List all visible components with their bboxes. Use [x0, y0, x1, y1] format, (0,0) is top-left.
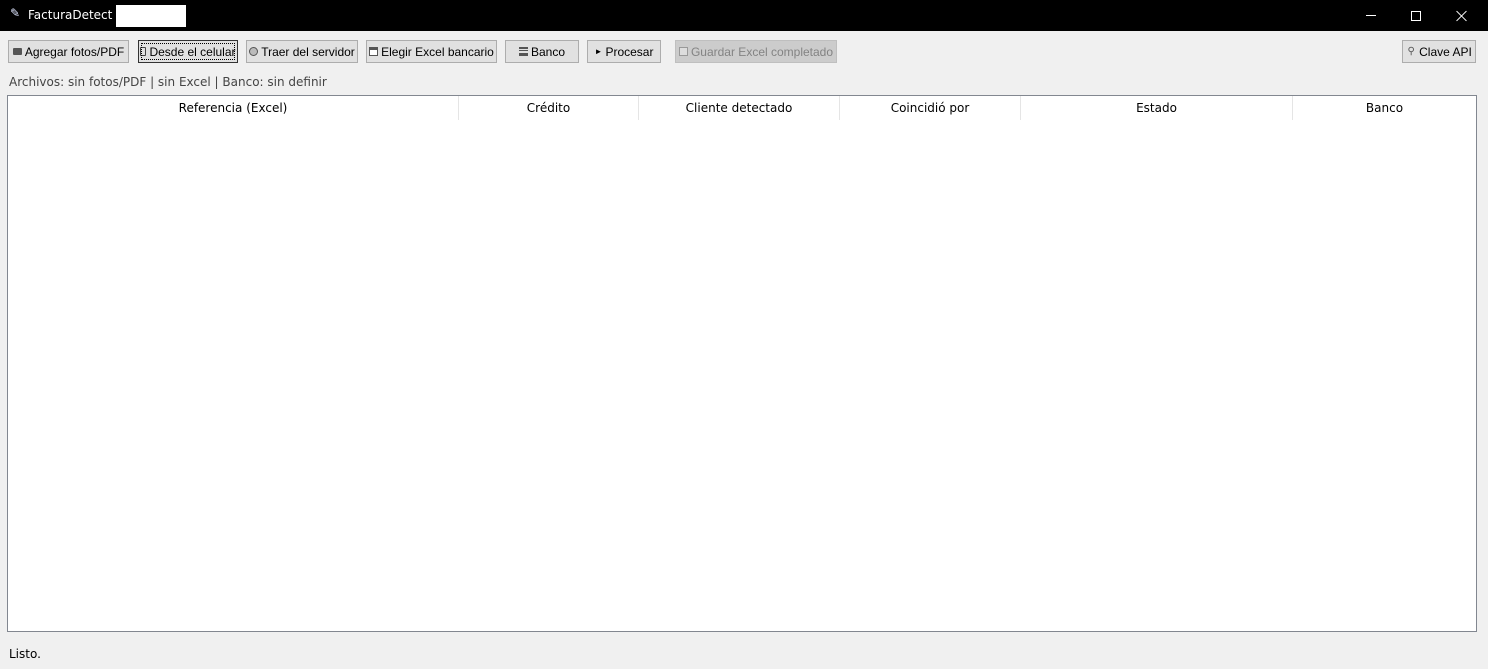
- maximize-icon: [1411, 10, 1421, 21]
- bank-button[interactable]: Banco: [505, 40, 579, 63]
- minimize-icon: [1366, 15, 1376, 16]
- from-phone-button[interactable]: Desde el celular: [138, 40, 238, 63]
- play-icon: ►: [594, 47, 603, 56]
- from-server-label: Traer del servidor: [261, 44, 355, 59]
- spreadsheet-icon: [369, 47, 379, 56]
- save-icon: [678, 47, 688, 56]
- add-files-button[interactable]: Agregar fotos/PDF: [8, 40, 129, 63]
- column-header-reference[interactable]: Referencia (Excel): [8, 96, 459, 120]
- phone-icon: [140, 47, 147, 56]
- api-key-label: Clave API: [1419, 44, 1472, 59]
- globe-icon: [249, 47, 259, 56]
- choose-excel-button[interactable]: Elegir Excel bancario: [366, 40, 497, 63]
- process-button[interactable]: ► Procesar: [587, 40, 661, 63]
- bank-icon: [518, 47, 528, 56]
- results-table[interactable]: Referencia (Excel) Crédito Cliente detec…: [7, 95, 1477, 632]
- window-title: FacturaDetect —: [28, 8, 129, 22]
- redacted-title-area: [116, 5, 186, 27]
- files-status: Archivos: sin fotos/PDF | sin Excel | Ba…: [9, 75, 327, 89]
- save-excel-button[interactable]: Guardar Excel completado: [675, 40, 837, 63]
- column-header-status[interactable]: Estado: [1021, 96, 1293, 120]
- feather-icon: ✎: [10, 6, 21, 20]
- maximize-button[interactable]: [1393, 0, 1439, 31]
- key-icon: ⚲: [1407, 46, 1415, 57]
- status-bar-message: Listo.: [9, 647, 41, 661]
- choose-excel-label: Elegir Excel bancario: [381, 44, 494, 59]
- close-button[interactable]: [1439, 0, 1485, 31]
- title-bar: ✎ FacturaDetect —: [0, 0, 1488, 31]
- from-server-button[interactable]: Traer del servidor: [246, 40, 358, 63]
- folder-icon: [12, 48, 22, 55]
- close-icon: [1456, 10, 1468, 22]
- minimize-button[interactable]: [1348, 0, 1394, 31]
- save-excel-label: Guardar Excel completado: [690, 44, 834, 59]
- bank-label: Banco: [530, 44, 566, 59]
- column-header-bank[interactable]: Banco: [1293, 96, 1476, 120]
- column-header-matched-by[interactable]: Coincidió por: [840, 96, 1021, 120]
- add-files-label: Agregar fotos/PDF: [24, 44, 125, 59]
- column-header-credit[interactable]: Crédito: [459, 96, 639, 120]
- table-header: Referencia (Excel) Crédito Cliente detec…: [8, 96, 1476, 120]
- api-key-button[interactable]: ⚲ Clave API: [1402, 40, 1476, 63]
- column-header-client[interactable]: Cliente detectado: [639, 96, 840, 120]
- from-phone-label: Desde el celular: [149, 44, 236, 59]
- process-label: Procesar: [605, 44, 654, 59]
